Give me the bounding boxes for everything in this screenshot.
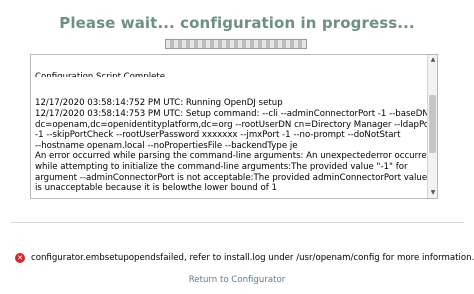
scroll-down-arrow-icon[interactable]: ▼: [429, 189, 437, 197]
log-line: 12/17/2020 03:58:14:753 PM UTC: Setup co…: [35, 108, 429, 119]
error-x-icon: ✕: [15, 253, 25, 263]
log-line: -1 --skipPortCheck --rootUserPassword xx…: [35, 130, 401, 141]
log-line-cut: Configuration Script Complete: [35, 72, 166, 78]
install-log-content: Configuration Script Complete 12/17/2020…: [35, 55, 438, 198]
scroll-up-arrow-icon[interactable]: ▲: [429, 56, 437, 64]
scroll-thumb[interactable]: [429, 95, 436, 153]
log-line: argument --adminConnectorPort is not acc…: [35, 172, 438, 183]
page-title: Please wait... configuration in progress…: [59, 14, 415, 32]
install-log-textarea[interactable]: Configuration Script Complete 12/17/2020…: [30, 54, 438, 199]
log-line: 12/17/2020 03:58:14:752 PM UTC: Running …: [35, 98, 283, 109]
log-line: An error occurred while parsing the comm…: [35, 151, 433, 162]
log-line: while attempting to initialize the comma…: [35, 161, 408, 172]
progress-bar: [165, 39, 307, 49]
log-line: --hostname openam.local --noPropertiesFi…: [35, 140, 298, 151]
divider: [10, 222, 464, 223]
log-line: is unacceptable because it is belowthe l…: [35, 183, 277, 194]
error-message: configurator.embsetupopendsfailed, refer…: [31, 253, 474, 263]
log-scrollbar[interactable]: ▲ ▼: [427, 55, 437, 198]
return-to-configurator-link[interactable]: Return to Configurator: [0, 275, 474, 285]
log-line: dc=openam,dc=openidentityplatform,dc=org…: [35, 119, 436, 130]
error-message-row: ✕ configurator.embsetupopendsfailed, ref…: [15, 252, 474, 264]
configurator-page: Please wait... configuration in progress…: [0, 0, 474, 294]
